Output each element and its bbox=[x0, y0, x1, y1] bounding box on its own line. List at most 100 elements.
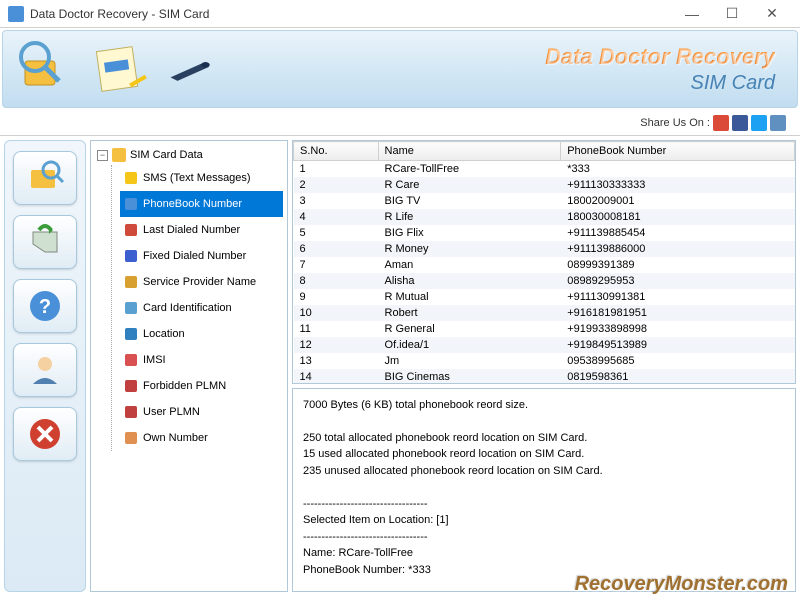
cell: Alisha bbox=[378, 273, 561, 289]
sim-icon bbox=[112, 148, 126, 162]
cell: R Money bbox=[378, 241, 561, 257]
cell: 180030008181 bbox=[561, 209, 795, 225]
table-panel: S.No.NamePhoneBook Number 1RCare-TollFre… bbox=[292, 140, 796, 384]
column-header[interactable]: Name bbox=[378, 142, 561, 161]
table-row[interactable]: 12Of.idea/1+919849513989 bbox=[294, 337, 795, 353]
magnifier-sim-icon bbox=[15, 41, 71, 97]
tree-item[interactable]: Own Number bbox=[120, 425, 283, 451]
tree-item[interactable]: Forbidden PLMN bbox=[120, 373, 283, 399]
close-button[interactable]: ✕ bbox=[752, 0, 792, 28]
cell: 14 bbox=[294, 369, 379, 384]
phonebook-table: S.No.NamePhoneBook Number 1RCare-TollFre… bbox=[293, 141, 795, 384]
collapse-icon[interactable]: − bbox=[97, 150, 108, 161]
table-row[interactable]: 1RCare-TollFree*333 bbox=[294, 161, 795, 178]
cell: 18002009001 bbox=[561, 193, 795, 209]
cell: 9 bbox=[294, 289, 379, 305]
app-icon bbox=[8, 6, 24, 22]
tree-item[interactable]: Card Identification bbox=[120, 295, 283, 321]
cell: R Care bbox=[378, 177, 561, 193]
info-panel: 7000 Bytes (6 KB) total phonebook reord … bbox=[292, 388, 796, 592]
tree-item-icon bbox=[124, 223, 138, 237]
user-button[interactable] bbox=[13, 343, 77, 397]
table-row[interactable]: 10Robert+916181981951 bbox=[294, 305, 795, 321]
save-button[interactable] bbox=[13, 215, 77, 269]
tree-item[interactable]: Location bbox=[120, 321, 283, 347]
table-row[interactable]: 5BIG Flix+911139885454 bbox=[294, 225, 795, 241]
cell: 08989295953 bbox=[561, 273, 795, 289]
table-row[interactable]: 14BIG Cinemas0819598361 bbox=[294, 369, 795, 384]
column-header[interactable]: PhoneBook Number bbox=[561, 142, 795, 161]
tree-item-icon bbox=[124, 197, 138, 211]
cell: 13 bbox=[294, 353, 379, 369]
cell: 0819598361 bbox=[561, 369, 795, 384]
banner-icons bbox=[15, 41, 223, 97]
titlebar: Data Doctor Recovery - SIM Card — ☐ ✕ bbox=[0, 0, 800, 28]
tree-item[interactable]: Last Dialed Number bbox=[120, 217, 283, 243]
facebook-icon[interactable] bbox=[732, 115, 748, 131]
svg-text:?: ? bbox=[39, 296, 51, 318]
table-row[interactable]: 13Jm09538995685 bbox=[294, 353, 795, 369]
cell: 5 bbox=[294, 225, 379, 241]
exit-button[interactable] bbox=[13, 407, 77, 461]
tree-item-icon bbox=[124, 353, 138, 367]
table-row[interactable]: 9R Mutual+911130991381 bbox=[294, 289, 795, 305]
tree-item[interactable]: User PLMN bbox=[120, 399, 283, 425]
sidebar: ? bbox=[4, 140, 86, 592]
tree-root-label: SIM Card Data bbox=[130, 149, 203, 161]
cell: 1 bbox=[294, 161, 379, 178]
cell: Jm bbox=[378, 353, 561, 369]
table-row[interactable]: 8Alisha08989295953 bbox=[294, 273, 795, 289]
share-more-icon[interactable] bbox=[770, 115, 786, 131]
tree-item-icon bbox=[124, 379, 138, 393]
tree-item-label: Own Number bbox=[143, 432, 208, 444]
tree-item-label: SMS (Text Messages) bbox=[143, 172, 251, 184]
table-row[interactable]: 2R Care+911130333333 bbox=[294, 177, 795, 193]
cell: Of.idea/1 bbox=[378, 337, 561, 353]
tree-item-icon bbox=[124, 275, 138, 289]
cell: +919933898998 bbox=[561, 321, 795, 337]
tree-item-label: Card Identification bbox=[143, 302, 232, 314]
tree-root-node[interactable]: − SIM Card Data bbox=[95, 145, 283, 165]
cell: +911130333333 bbox=[561, 177, 795, 193]
minimize-button[interactable]: — bbox=[672, 0, 712, 28]
cell: RCare-TollFree bbox=[378, 161, 561, 178]
banner-title-block: Data Doctor Recovery SIM Card bbox=[545, 44, 785, 95]
table-row[interactable]: 7Aman08999391389 bbox=[294, 257, 795, 273]
scan-button[interactable] bbox=[13, 151, 77, 205]
column-header[interactable]: S.No. bbox=[294, 142, 379, 161]
banner: Data Doctor Recovery SIM Card bbox=[2, 30, 798, 108]
maximize-button[interactable]: ☐ bbox=[712, 0, 752, 28]
tree-item-label: Last Dialed Number bbox=[143, 224, 240, 236]
tree-item[interactable]: PhoneBook Number bbox=[120, 191, 283, 217]
tree-children: SMS (Text Messages) PhoneBook Number Last … bbox=[111, 165, 283, 451]
tree-item[interactable]: Fixed Dialed Number bbox=[120, 243, 283, 269]
tree-item[interactable]: IMSI bbox=[120, 347, 283, 373]
cell: *333 bbox=[561, 161, 795, 178]
cell: 09538995685 bbox=[561, 353, 795, 369]
share-label: Share Us On : bbox=[640, 117, 710, 129]
main-area: ? − SIM Card Data SMS (Text Messages) Pho… bbox=[0, 136, 800, 596]
tree-item[interactable]: Service Provider Name bbox=[120, 269, 283, 295]
tree-item-icon bbox=[124, 301, 138, 315]
cell: BIG TV bbox=[378, 193, 561, 209]
tree-item[interactable]: SMS (Text Messages) bbox=[120, 165, 283, 191]
help-button[interactable]: ? bbox=[13, 279, 77, 333]
tree-item-label: User PLMN bbox=[143, 406, 200, 418]
pen-icon bbox=[167, 41, 223, 97]
cell: +911130991381 bbox=[561, 289, 795, 305]
gplus-icon[interactable] bbox=[713, 115, 729, 131]
twitter-icon[interactable] bbox=[751, 115, 767, 131]
table-row[interactable]: 3BIG TV18002009001 bbox=[294, 193, 795, 209]
table-row[interactable]: 11R General+919933898998 bbox=[294, 321, 795, 337]
tree-item-icon bbox=[124, 171, 138, 185]
cell: 7 bbox=[294, 257, 379, 273]
cell: 3 bbox=[294, 193, 379, 209]
banner-subtitle: SIM Card bbox=[545, 72, 775, 95]
share-bar: Share Us On : bbox=[0, 110, 800, 136]
cell: +916181981951 bbox=[561, 305, 795, 321]
table-row[interactable]: 6R Money+911139886000 bbox=[294, 241, 795, 257]
cell: +911139886000 bbox=[561, 241, 795, 257]
right-column: S.No.NamePhoneBook Number 1RCare-TollFre… bbox=[292, 140, 796, 592]
table-row[interactable]: 4R Life180030008181 bbox=[294, 209, 795, 225]
tree-item-icon bbox=[124, 405, 138, 419]
